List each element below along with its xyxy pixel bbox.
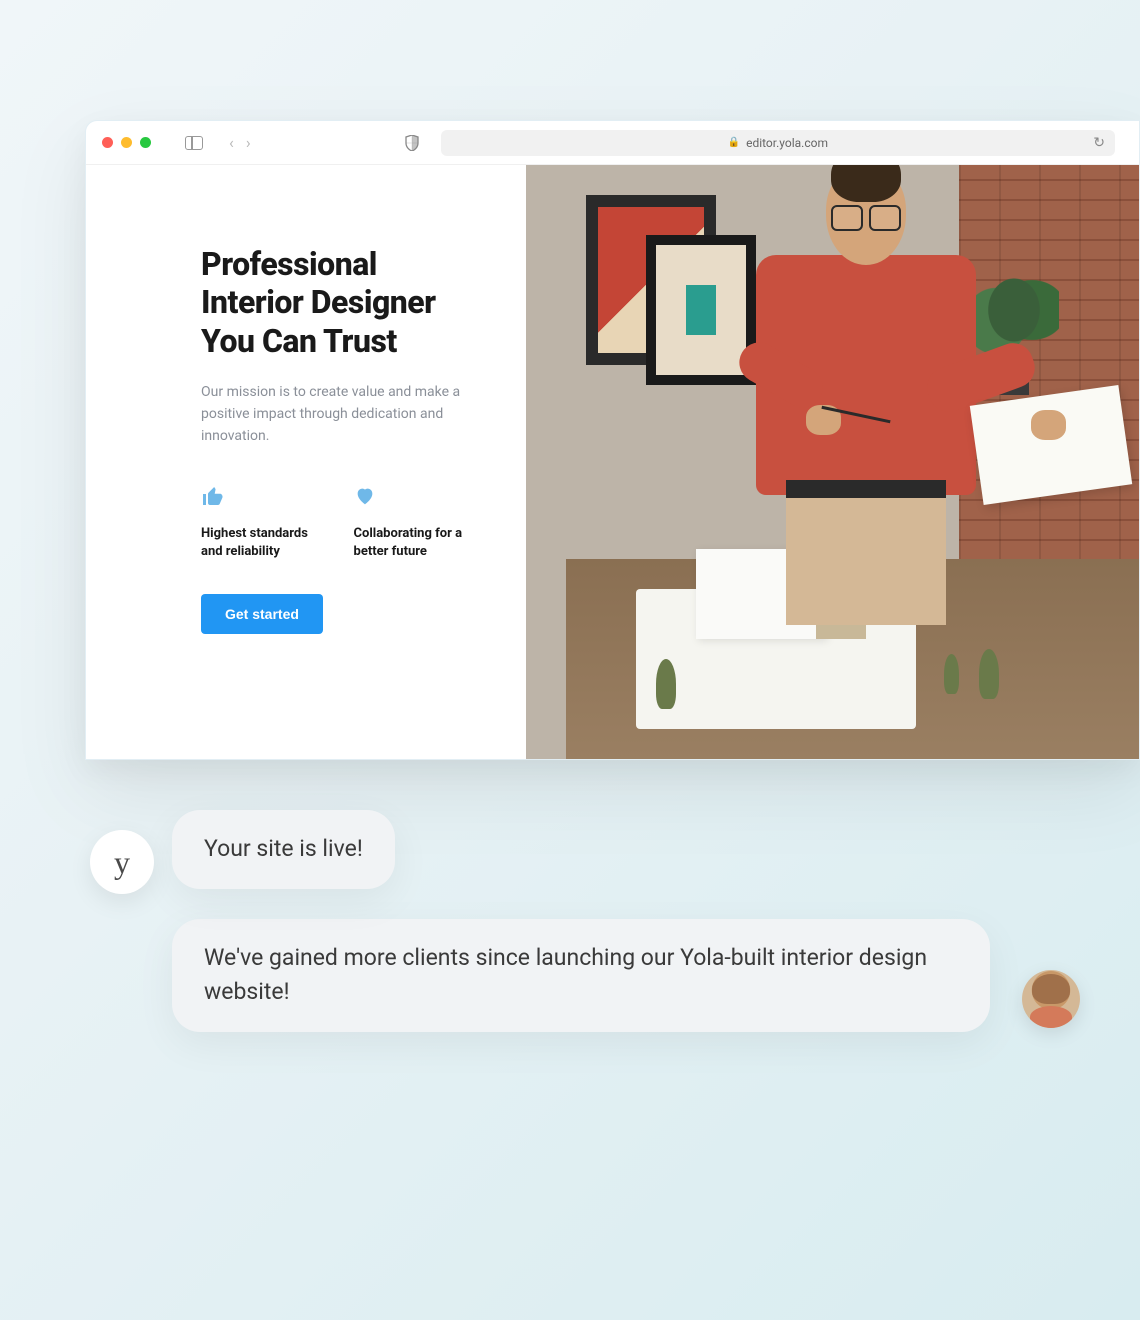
heart-icon (354, 485, 477, 513)
hero-image (526, 165, 1139, 759)
avatar-user (1022, 970, 1080, 1028)
lock-icon: 🔒 (728, 137, 740, 148)
url-bar[interactable]: 🔒 editor.yola.com ↻ (441, 130, 1115, 156)
forward-icon[interactable]: › (246, 133, 251, 152)
hero-subtitle: Our mission is to create value and make … (201, 382, 461, 447)
traffic-lights (102, 137, 151, 148)
feature-label: Highest standards and reliability (201, 525, 324, 561)
avatar-yola: y (90, 830, 154, 894)
page-title: Professional Interior Designer You Can T… (201, 245, 476, 360)
features: Highest standards and reliability Collab… (201, 485, 476, 561)
back-icon[interactable]: ‹ (229, 133, 234, 152)
refresh-icon[interactable]: ↻ (1093, 135, 1105, 151)
browser-chrome: ‹ › 🔒 editor.yola.com ↻ (86, 121, 1139, 165)
title-line: Professional (201, 245, 476, 283)
title-line: Interior Designer (201, 283, 476, 321)
thumbs-up-icon (201, 485, 324, 513)
close-icon[interactable] (102, 137, 113, 148)
feature-label: Collaborating for a better future (354, 525, 477, 561)
page-content: Professional Interior Designer You Can T… (86, 165, 1139, 759)
title-line: You Can Trust (201, 322, 476, 360)
get-started-button[interactable]: Get started (201, 594, 323, 634)
maximize-icon[interactable] (140, 137, 151, 148)
avatar-letter: y (114, 844, 130, 881)
chat-bubble-system: Your site is live! (172, 810, 395, 889)
sidebar-toggle-icon[interactable] (185, 136, 203, 150)
feature-collaboration: Collaborating for a better future (354, 485, 477, 561)
privacy-shield-icon[interactable] (405, 135, 419, 151)
feature-standards: Highest standards and reliability (201, 485, 324, 561)
minimize-icon[interactable] (121, 137, 132, 148)
url-text: editor.yola.com (746, 136, 828, 150)
chat-area: y Your site is live! We've gained more c… (90, 810, 1010, 1032)
browser-window: ‹ › 🔒 editor.yola.com ↻ Professional Int… (85, 120, 1140, 760)
chat-bubble-user: We've gained more clients since launchin… (172, 919, 990, 1032)
hero-left: Professional Interior Designer You Can T… (86, 165, 526, 759)
